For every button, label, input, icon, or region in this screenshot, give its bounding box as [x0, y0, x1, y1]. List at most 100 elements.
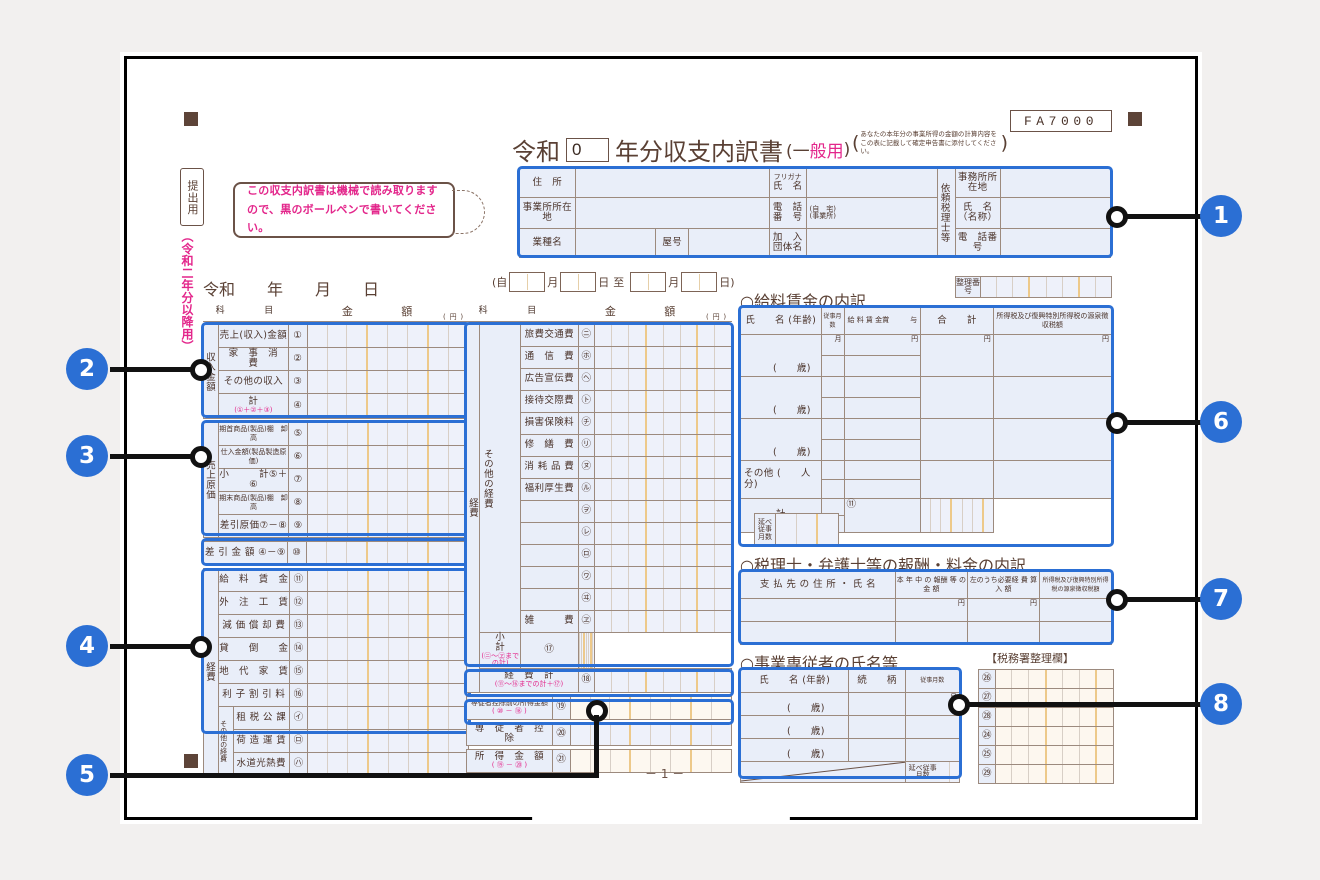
accountant-tel-input[interactable]	[999, 228, 1112, 258]
amount-input[interactable]	[594, 456, 732, 479]
callout-number-7[interactable]: 7	[1200, 578, 1242, 620]
amount-input[interactable]	[307, 568, 469, 592]
salary-total-input[interactable]: 円	[920, 334, 994, 377]
callout-number-8[interactable]: 8	[1200, 683, 1242, 725]
salary-amount-input[interactable]	[843, 460, 922, 480]
business-address-input[interactable]	[574, 197, 770, 229]
amount-input[interactable]	[594, 412, 732, 435]
salary-withholding-input[interactable]	[992, 418, 1113, 461]
address-input[interactable]	[574, 168, 770, 198]
nobe-months-input[interactable]	[776, 514, 838, 546]
bonus-amount-input[interactable]	[843, 439, 922, 461]
accountant-name-input[interactable]	[999, 197, 1112, 229]
amount-input[interactable]	[305, 541, 470, 565]
amount-input[interactable]	[594, 500, 732, 523]
tax-office-input[interactable]	[994, 745, 1115, 765]
shop-name-input[interactable]	[687, 228, 770, 258]
amount-input[interactable]	[307, 614, 469, 638]
fee-input[interactable]	[894, 621, 968, 645]
amount-input[interactable]	[577, 632, 596, 669]
amount-input[interactable]	[306, 393, 470, 419]
salary-total-input[interactable]	[920, 376, 994, 419]
bonus-amount-input[interactable]	[843, 355, 922, 377]
family-name-input[interactable]: ( 歳)	[739, 715, 850, 739]
callout-number-2[interactable]: 2	[66, 348, 108, 390]
tax-office-input[interactable]	[994, 707, 1115, 727]
table-row: その他 ( 人分)	[740, 460, 1113, 499]
family-relation-input[interactable]	[848, 738, 906, 762]
table-row: ㉙	[978, 764, 1115, 784]
amount-input[interactable]	[306, 445, 470, 469]
callout-number-4[interactable]: 4	[66, 625, 108, 667]
family-name-input[interactable]: ( 歳)	[739, 738, 850, 762]
tax-office-input[interactable]	[994, 669, 1115, 689]
withholding-input[interactable]	[1038, 621, 1113, 645]
amount-input[interactable]	[307, 637, 469, 661]
amount-input[interactable]	[594, 588, 732, 611]
family-months-input[interactable]	[904, 738, 961, 762]
salary-name-input[interactable]: ( 歳)	[740, 418, 822, 461]
amount-input[interactable]	[307, 729, 469, 753]
amount-input[interactable]	[306, 491, 470, 515]
bonus-amount-input[interactable]	[843, 397, 922, 419]
amount-input[interactable]	[594, 390, 732, 413]
amount-input[interactable]	[594, 522, 732, 545]
family-months-input[interactable]	[904, 715, 961, 739]
withholding-input[interactable]	[1038, 598, 1113, 622]
org-input[interactable]	[805, 228, 938, 258]
salary-name-input[interactable]: ( 歳)	[740, 376, 822, 419]
amount-input[interactable]	[306, 514, 470, 538]
amount-input[interactable]	[594, 478, 732, 501]
bonus-amount-input[interactable]	[843, 479, 922, 499]
family-relation-input[interactable]	[848, 692, 906, 716]
salary-total-input[interactable]	[920, 418, 994, 461]
total-sum-input[interactable]: ⑪	[843, 498, 922, 533]
salary-withholding-input[interactable]	[992, 376, 1113, 419]
amount-input[interactable]	[306, 324, 470, 348]
salary-name-input[interactable]: ( 歳)	[740, 334, 822, 377]
amount-input[interactable]	[594, 346, 732, 369]
amount-input[interactable]	[306, 370, 470, 394]
industry-input[interactable]	[574, 228, 657, 258]
name-input[interactable]	[805, 168, 938, 198]
salary-withholding-input[interactable]: 円	[992, 334, 1113, 377]
amount-input[interactable]	[306, 422, 470, 446]
callout-number-5[interactable]: 5	[66, 754, 108, 796]
year-input[interactable]: 0	[566, 137, 609, 162]
salary-amount-input[interactable]	[843, 418, 922, 440]
fee-input[interactable]: 円	[894, 598, 968, 622]
amount-input[interactable]	[306, 347, 470, 371]
amount-input[interactable]	[594, 667, 732, 693]
total-withholding-input[interactable]	[920, 498, 994, 533]
amount-input[interactable]	[307, 706, 469, 730]
callout-number-3[interactable]: 3	[66, 435, 108, 477]
amount-input[interactable]	[594, 368, 732, 391]
tax-office-input[interactable]	[994, 726, 1115, 746]
amount-input[interactable]	[594, 544, 732, 567]
callout-number-1[interactable]: 1	[1200, 195, 1242, 237]
salary-amount-input[interactable]	[843, 376, 922, 398]
deductible-input[interactable]	[966, 621, 1040, 645]
callout-number-6[interactable]: 6	[1200, 401, 1242, 443]
amount-input[interactable]	[307, 591, 469, 615]
amount-input[interactable]	[594, 324, 732, 347]
amount-input[interactable]	[594, 610, 732, 633]
salary-amount-input[interactable]: 円	[843, 334, 922, 356]
office-address-input[interactable]	[999, 168, 1112, 198]
amount-input[interactable]	[594, 566, 732, 589]
payee-input[interactable]	[740, 621, 896, 645]
amount-input[interactable]	[307, 660, 469, 684]
amount-input[interactable]	[307, 683, 469, 707]
payee-input[interactable]	[740, 598, 896, 622]
tax-office-input[interactable]	[994, 764, 1115, 784]
family-name-input[interactable]: ( 歳)	[739, 692, 850, 716]
family-relation-input[interactable]	[848, 715, 906, 739]
amount-input[interactable]	[594, 434, 732, 457]
salary-withholding-input[interactable]	[992, 460, 1113, 499]
deductible-input[interactable]: 円	[966, 598, 1040, 622]
total-months-input[interactable]	[939, 762, 959, 782]
seiri-input[interactable]	[981, 277, 1111, 297]
salary-total-input[interactable]	[920, 460, 994, 499]
amount-input[interactable]	[306, 468, 470, 492]
tel-input[interactable]: (自 宅) (事業所)	[805, 197, 938, 229]
